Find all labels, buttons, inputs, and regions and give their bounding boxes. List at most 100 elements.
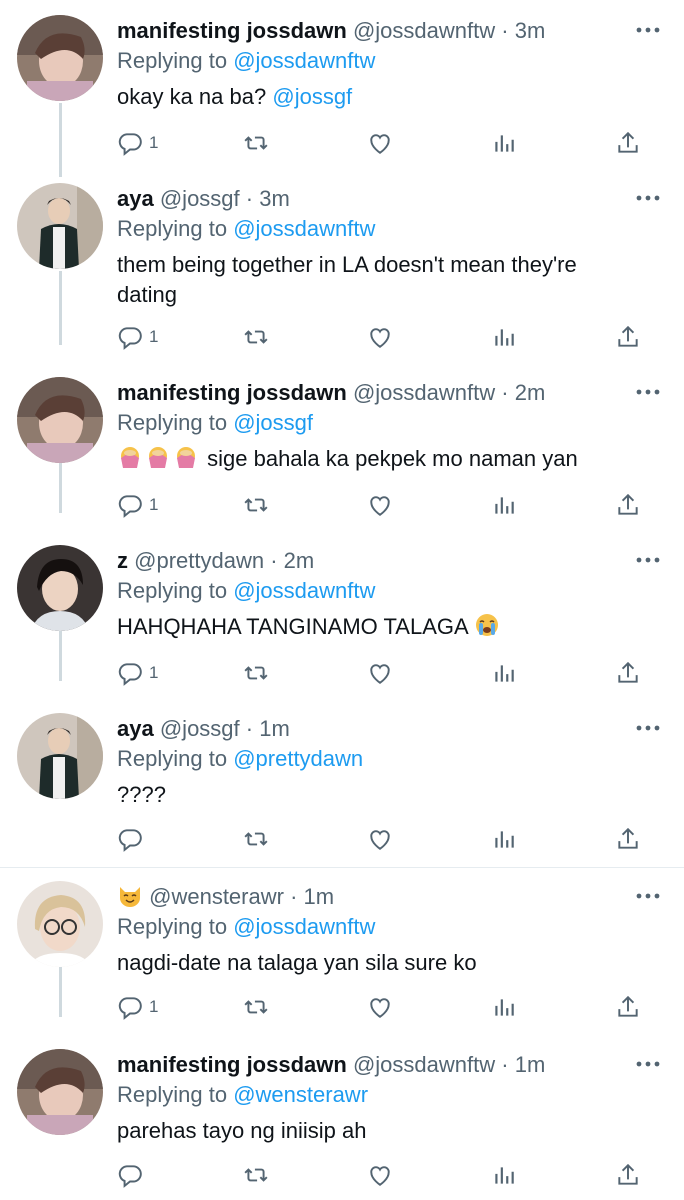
reply-icon: [118, 327, 142, 350]
more-icon[interactable]: [636, 194, 660, 202]
tweet[interactable]: manifesting jossdawn @jossdawnftw · 2m R…: [0, 362, 684, 532]
avatar[interactable]: [17, 377, 103, 463]
reply-button[interactable]: 1: [117, 490, 158, 520]
author-name[interactable]: z: [117, 548, 128, 573]
reply-mention-link[interactable]: @jossgf: [233, 410, 313, 435]
share-button[interactable]: [615, 322, 641, 352]
reply-count: 1: [149, 663, 159, 682]
timestamp[interactable]: 2m: [515, 380, 546, 405]
reply-mention-link[interactable]: @jossdawnftw: [233, 48, 375, 73]
more-icon[interactable]: [636, 1060, 660, 1068]
share-button[interactable]: [615, 658, 641, 688]
views-button[interactable]: [491, 1160, 517, 1190]
author-name[interactable]: aya: [117, 716, 154, 741]
like-button[interactable]: [367, 992, 393, 1022]
reply-button[interactable]: 1: [117, 658, 158, 688]
author-name[interactable]: aya: [117, 186, 154, 211]
share-icon: [618, 131, 638, 153]
like-button[interactable]: [367, 490, 393, 520]
replying-to: Replying to @jossdawnftw: [117, 912, 627, 942]
like-button[interactable]: [367, 824, 393, 854]
author-handle[interactable]: @prettydawn: [134, 548, 264, 573]
share-button[interactable]: [615, 824, 641, 854]
tweet[interactable]: z @prettydawn · 2m Replying to @jossdawn…: [0, 530, 684, 700]
views-button[interactable]: [491, 490, 517, 520]
timestamp[interactable]: 1m: [259, 716, 290, 741]
views-button[interactable]: [491, 658, 517, 688]
author-handle[interactable]: @jossgf: [160, 186, 240, 211]
separator-dot: ·: [245, 186, 254, 211]
tweet-text: nagdi-date na talaga yan sila sure ko: [117, 950, 477, 975]
retweet-button[interactable]: [243, 658, 269, 688]
like-button[interactable]: [367, 322, 393, 352]
author-handle[interactable]: @wensterawr: [149, 884, 284, 909]
author-handle[interactable]: @jossgf: [160, 716, 240, 741]
timestamp[interactable]: 3m: [259, 186, 290, 211]
timestamp[interactable]: 1m: [304, 884, 335, 909]
retweet-button[interactable]: [243, 490, 269, 520]
reply-button[interactable]: 1: [117, 128, 158, 158]
replying-to: Replying to @wensterawr: [117, 1080, 627, 1110]
avatar[interactable]: [17, 1049, 103, 1135]
reply-mention-link[interactable]: @prettydawn: [233, 746, 363, 771]
replying-label: Replying to: [117, 410, 228, 435]
views-button[interactable]: [491, 992, 517, 1022]
author-name[interactable]: manifesting jossdawn: [117, 1052, 347, 1077]
share-button[interactable]: [615, 128, 641, 158]
author-handle[interactable]: @jossdawnftw: [353, 18, 495, 43]
reply-button[interactable]: 1: [117, 322, 158, 352]
more-icon[interactable]: [636, 892, 660, 900]
avatar[interactable]: [17, 183, 103, 269]
avatar[interactable]: [17, 15, 103, 101]
retweet-button[interactable]: [243, 1160, 269, 1190]
reply-mention-link[interactable]: @wensterawr: [233, 1082, 368, 1107]
retweet-button[interactable]: [243, 322, 269, 352]
like-button[interactable]: [367, 128, 393, 158]
reply-count: 1: [149, 495, 159, 514]
author-name[interactable]: manifesting jossdawn: [117, 18, 347, 43]
reply-mention-link[interactable]: @jossdawnftw: [233, 216, 375, 241]
timestamp[interactable]: 3m: [515, 18, 546, 43]
retweet-button[interactable]: [243, 128, 269, 158]
more-icon[interactable]: [636, 388, 660, 396]
tweet[interactable]: manifesting jossdawn @jossdawnftw · 1m R…: [0, 1034, 684, 1200]
separator-dot: ·: [501, 18, 509, 43]
more-icon[interactable]: [636, 556, 660, 564]
like-button[interactable]: [367, 658, 393, 688]
views-icon: [495, 665, 514, 682]
reply-button[interactable]: [117, 824, 149, 854]
share-button[interactable]: [615, 1160, 641, 1190]
action-bar: 1: [117, 658, 647, 688]
share-button[interactable]: [615, 490, 641, 520]
share-button[interactable]: [615, 992, 641, 1022]
retweet-icon: [244, 330, 268, 344]
tweet[interactable]: aya @jossgf · 3m Replying to @jossdawnft…: [0, 168, 684, 350]
like-button[interactable]: [367, 1160, 393, 1190]
author-handle[interactable]: @jossdawnftw: [353, 1052, 495, 1077]
views-button[interactable]: [491, 128, 517, 158]
more-icon[interactable]: [636, 26, 660, 34]
timestamp[interactable]: 2m: [284, 548, 315, 573]
reply-mention-link[interactable]: @jossdawnftw: [233, 914, 375, 939]
heart-icon: [370, 496, 390, 516]
reply-button[interactable]: [117, 1160, 149, 1190]
more-icon[interactable]: [636, 724, 660, 732]
separator-dot: ·: [245, 716, 254, 741]
tweet-mention-link[interactable]: @jossgf: [272, 84, 352, 109]
tweet[interactable]: @wensterawr · 1m Replying to @jossdawnft…: [0, 866, 684, 1036]
avatar[interactable]: [17, 545, 103, 631]
tweet[interactable]: aya @jossgf · 1m Replying to @prettydawn…: [0, 698, 684, 866]
views-button[interactable]: [491, 322, 517, 352]
retweet-button[interactable]: [243, 824, 269, 854]
reply-button[interactable]: 1: [117, 992, 158, 1022]
author-name[interactable]: manifesting jossdawn: [117, 380, 347, 405]
reply-mention-link[interactable]: @jossdawnftw: [233, 578, 375, 603]
timestamp[interactable]: 1m: [515, 1052, 546, 1077]
retweet-icon: [244, 1000, 268, 1014]
author-handle[interactable]: @jossdawnftw: [353, 380, 495, 405]
tweet[interactable]: manifesting jossdawn @jossdawnftw · 3m R…: [0, 0, 684, 170]
retweet-button[interactable]: [243, 992, 269, 1022]
avatar[interactable]: [17, 881, 103, 967]
avatar[interactable]: [17, 713, 103, 799]
views-button[interactable]: [491, 824, 517, 854]
